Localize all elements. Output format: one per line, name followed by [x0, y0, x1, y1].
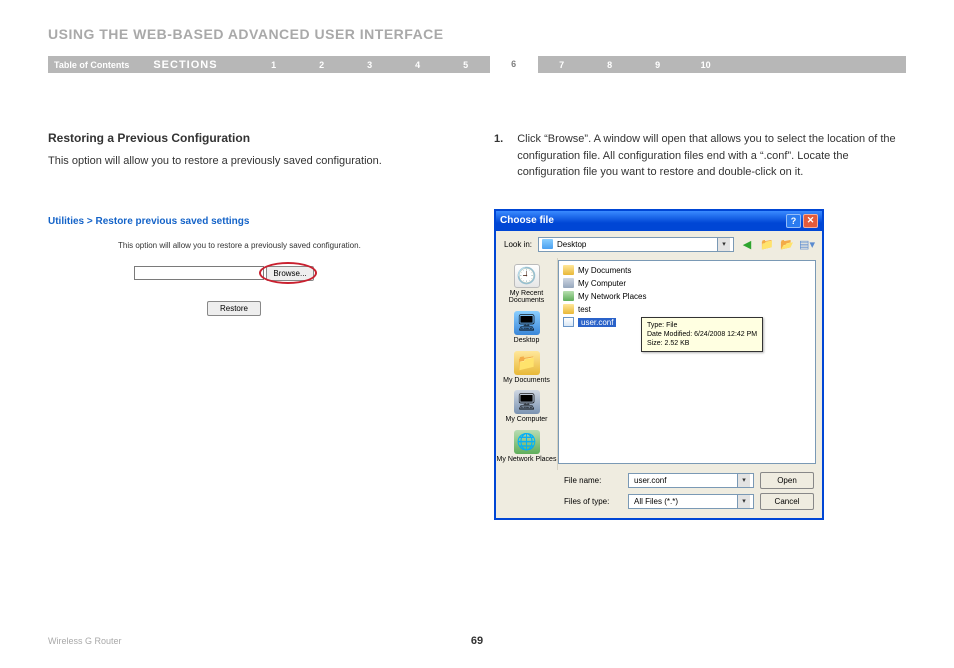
chevron-down-icon: ▾: [737, 474, 750, 487]
filename-input[interactable]: user.conf ▾: [628, 473, 754, 488]
section-link-3[interactable]: 3: [346, 60, 394, 70]
filetype-dropdown[interactable]: All Files (*.*) ▾: [628, 494, 754, 509]
chevron-down-icon: ▾: [737, 495, 750, 508]
section-link-4[interactable]: 4: [394, 60, 442, 70]
sections-label: SECTIONS: [153, 59, 233, 71]
section-link-9[interactable]: 9: [634, 60, 682, 70]
sidebar-mydocs[interactable]: 📁 My Documents: [496, 349, 557, 387]
close-button[interactable]: ✕: [803, 214, 818, 228]
filetype-label: Files of type:: [564, 497, 622, 506]
open-button[interactable]: Open: [760, 472, 814, 489]
cancel-button[interactable]: Cancel: [760, 493, 814, 510]
chevron-down-icon: ▾: [717, 238, 730, 251]
section-link-1[interactable]: 1: [250, 60, 298, 70]
file-listing[interactable]: My Documents My Computer My Network Plac…: [558, 260, 816, 464]
file-path-input[interactable]: [134, 266, 264, 280]
section-link-10[interactable]: 10: [682, 60, 730, 70]
file-dialog: Choose file ? ✕ Look in: Desktop ▾ ◀ 📁 📂…: [494, 209, 824, 520]
product-name: Wireless G Router: [48, 636, 122, 646]
documents-icon: 📁: [514, 351, 540, 375]
page-footer: Wireless G Router 69: [48, 636, 906, 646]
folder-icon: [563, 265, 574, 275]
page-number: 69: [471, 635, 483, 647]
filename-label: File name:: [564, 476, 622, 485]
dialog-sidebar: 🕘 My Recent Documents 🖥 Desktop 📁 My Doc…: [496, 258, 558, 470]
dialog-titlebar: Choose file ? ✕: [496, 211, 822, 231]
sidebar-recent[interactable]: 🕘 My Recent Documents: [496, 262, 557, 307]
file-tooltip: Type: File Date Modified: 6/24/2008 12:4…: [641, 317, 763, 352]
views-icon[interactable]: ▤▾: [800, 237, 814, 251]
folder-icon: [563, 304, 574, 314]
file-icon: [563, 317, 574, 327]
intro-text: This option will allow you to restore a …: [48, 153, 460, 170]
section-link-6[interactable]: 6: [490, 56, 538, 73]
step-number: 1.: [494, 131, 503, 181]
computer-icon: [563, 278, 574, 288]
up-folder-icon[interactable]: 📁: [760, 237, 774, 251]
browse-button[interactable]: Browse...: [266, 266, 313, 281]
page-title: USING THE WEB-BASED ADVANCED USER INTERF…: [0, 0, 954, 42]
recent-icon: 🕘: [514, 264, 540, 288]
network-icon: [563, 291, 574, 301]
sidebar-desktop[interactable]: 🖥 Desktop: [496, 309, 557, 347]
sidebar-mycomp[interactable]: 🖥 My Computer: [496, 388, 557, 426]
desktop-icon: [542, 239, 553, 249]
section-link-7[interactable]: 7: [538, 60, 586, 70]
section-nav-bar: Table of Contents SECTIONS 1 2 3 4 5 6 7…: [48, 56, 906, 73]
desktop-icon: 🖥: [514, 311, 540, 335]
computer-icon: 🖥: [514, 390, 540, 414]
sidebar-mynet[interactable]: 🌐 My Network Places: [496, 428, 557, 466]
toc-link[interactable]: Table of Contents: [54, 60, 129, 70]
right-column: 1. Click “Browse”. A window will open th…: [494, 131, 906, 520]
subheading: Restoring a Previous Configuration: [48, 131, 460, 145]
list-item[interactable]: My Computer: [563, 277, 811, 290]
list-item[interactable]: My Documents: [563, 264, 811, 277]
list-item[interactable]: My Network Places: [563, 290, 811, 303]
breadcrumb: Utilities > Restore previous saved setti…: [48, 216, 460, 227]
back-icon[interactable]: ◀: [740, 237, 754, 251]
new-folder-icon[interactable]: 📂: [780, 237, 794, 251]
lookin-value: Desktop: [557, 240, 586, 249]
section-link-5[interactable]: 5: [442, 60, 490, 70]
step-text: Click “Browse”. A window will open that …: [517, 131, 906, 181]
lookin-label: Look in:: [504, 240, 532, 249]
restore-button[interactable]: Restore: [207, 301, 261, 316]
section-link-8[interactable]: 8: [586, 60, 634, 70]
lookin-dropdown[interactable]: Desktop ▾: [538, 237, 734, 252]
list-item[interactable]: test: [563, 303, 811, 316]
network-icon: 🌐: [514, 430, 540, 454]
left-column: Restoring a Previous Configuration This …: [48, 131, 460, 520]
utilities-description: This option will allow you to restore a …: [118, 241, 460, 250]
help-button[interactable]: ?: [786, 214, 801, 228]
section-link-2[interactable]: 2: [298, 60, 346, 70]
dialog-title: Choose file: [500, 215, 554, 226]
